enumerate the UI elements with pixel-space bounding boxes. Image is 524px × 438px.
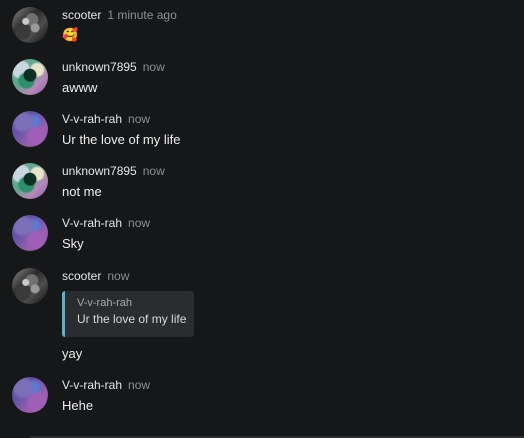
avatar[interactable] (12, 7, 48, 43)
timestamp: now (128, 216, 151, 230)
message-header: unknown7895 now (62, 164, 165, 178)
quoted-author: V-v-rah-rah (77, 297, 133, 309)
message-header: V-v-rah-rah now (62, 112, 150, 126)
message-header: scooter now (62, 269, 129, 283)
timestamp: now (128, 378, 151, 392)
message-header: V-v-rah-rah now (62, 378, 150, 392)
author-name[interactable]: scooter (62, 269, 101, 283)
timestamp: now (107, 269, 130, 283)
message-text: yay (62, 346, 83, 361)
avatar[interactable] (12, 268, 48, 304)
timestamp: now (128, 112, 151, 126)
timestamp: 1 minute ago (107, 8, 177, 22)
avatar[interactable] (12, 215, 48, 251)
message-text: Sky (62, 236, 84, 251)
author-name[interactable]: unknown7895 (62, 60, 137, 74)
message-header: unknown7895 now (62, 60, 165, 74)
message-text: Ur the love of my life (62, 132, 181, 147)
message-header: scooter 1 minute ago (62, 8, 177, 22)
author-name[interactable]: V-v-rah-rah (62, 216, 122, 230)
quoted-text: Ur the love of my life (77, 312, 187, 326)
avatar[interactable] (12, 111, 48, 147)
author-name[interactable]: V-v-rah-rah (62, 112, 122, 126)
message-text: Hehe (62, 398, 94, 413)
author-name[interactable]: scooter (62, 8, 101, 22)
timestamp: now (142, 60, 165, 74)
author-name[interactable]: V-v-rah-rah (62, 378, 122, 392)
message-text: 🥰 (62, 27, 79, 42)
message-text: not me (62, 184, 102, 199)
message-text: awww (62, 80, 98, 95)
quoted-reply[interactable]: V-v-rah-rah Ur the love of my life (62, 291, 194, 337)
chat-feed: scooter 1 minute ago 🥰 unknown7895 now aww… (0, 0, 524, 438)
avatar[interactable] (12, 163, 48, 199)
timestamp: now (142, 164, 165, 178)
author-name[interactable]: unknown7895 (62, 164, 137, 178)
avatar[interactable] (12, 59, 48, 95)
avatar[interactable] (12, 377, 48, 413)
message-header: V-v-rah-rah now (62, 216, 150, 230)
